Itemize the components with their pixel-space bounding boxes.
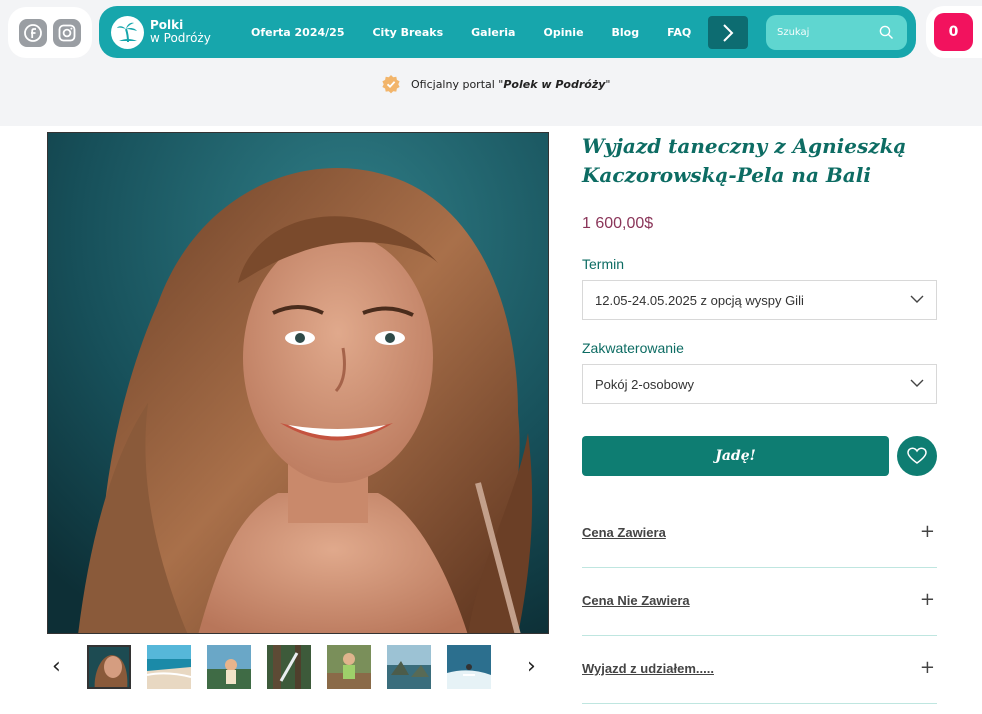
plus-icon: + [919,589,935,610]
term-value: 12.05-24.05.2025 z opcją wyspy Gili [595,292,804,308]
book-now-button[interactable]: Jadę! [582,436,889,476]
official-prefix: Oficjalny portal " [411,77,504,91]
search-input[interactable] [766,15,876,50]
thumbnail[interactable] [147,645,191,689]
verified-badge-icon [382,75,400,94]
thumbnail[interactable] [327,645,371,689]
main-navbar: Polki w Podróży Oferta 2024/25 City Brea… [99,6,916,58]
term-select[interactable]: 12.05-24.05.2025 z opcją wyspy Gili [582,280,937,320]
search-icon[interactable] [879,25,894,40]
palm-logo-icon [111,15,144,49]
product-price: 1 600,00$ [582,215,654,232]
accordion-label: Cena Nie Zawiera [582,593,690,608]
thumbnail[interactable] [87,645,131,689]
thumbnail[interactable] [267,645,311,689]
thumbnail[interactable] [447,645,491,689]
accordion-price-includes[interactable]: Cena Zawiera + [582,500,937,568]
cart-button[interactable]: 0 [934,13,973,51]
nav-item-opinie[interactable]: Opinie [543,26,583,39]
nav-item-oferta[interactable]: Oferta 2024/25 [251,26,344,39]
gallery-next-button[interactable]: › [527,654,536,679]
nav-item-blog[interactable]: Blog [612,26,640,39]
gallery-prev-button[interactable]: ‹ [52,654,61,679]
social-links [8,7,92,58]
heart-icon [907,447,927,464]
nav-item-galeria[interactable]: Galeria [471,26,515,39]
plus-icon: + [919,521,935,542]
chevron-down-icon [910,379,924,387]
accordion-price-excludes[interactable]: Cena Nie Zawiera + [582,568,937,636]
room-value: Pokój 2-osobowy [595,376,694,392]
product-title: Wyjazd taneczny z Agnieszką Kaczorowską-… [582,134,907,187]
cart-wrapper: 0 [926,6,982,58]
nav-item-city-breaks[interactable]: City Breaks [372,26,443,39]
wishlist-button[interactable] [897,436,937,476]
nav-menu: Oferta 2024/25 City Breaks Galeria Opini… [251,6,719,58]
thumbnail[interactable] [387,645,431,689]
official-portal-notice: Oficjalny portal " Polek w Podróży " [381,72,610,96]
plus-icon: + [919,657,935,678]
gallery-thumbnails: ‹ › [47,642,549,692]
site-logo[interactable]: Polki w Podróży [111,15,211,49]
official-suffix: " [605,77,611,91]
room-select[interactable]: Pokój 2-osobowy [582,364,937,404]
thumbnail[interactable] [207,645,251,689]
room-label: Zakwaterowanie [582,340,684,356]
logo-line2: w Podróży [150,31,211,45]
facebook-icon[interactable] [19,18,47,47]
accordion-label: Wyjazd z udziałem..... [582,661,714,676]
term-label: Termin [582,256,625,272]
chevron-right-icon [723,23,734,42]
accordion-with-participation[interactable]: Wyjazd z udziałem..... + [582,636,937,704]
official-name: Polek w Podróży [503,77,606,91]
chevron-down-icon [910,295,924,303]
product-main-image[interactable] [47,132,549,634]
accordion-label: Cena Zawiera [582,525,666,540]
search-box [766,15,907,50]
nav-next-button[interactable] [708,16,748,49]
instagram-icon[interactable] [53,18,81,47]
portrait-photo [48,133,548,633]
nav-item-faq[interactable]: FAQ [667,26,691,39]
